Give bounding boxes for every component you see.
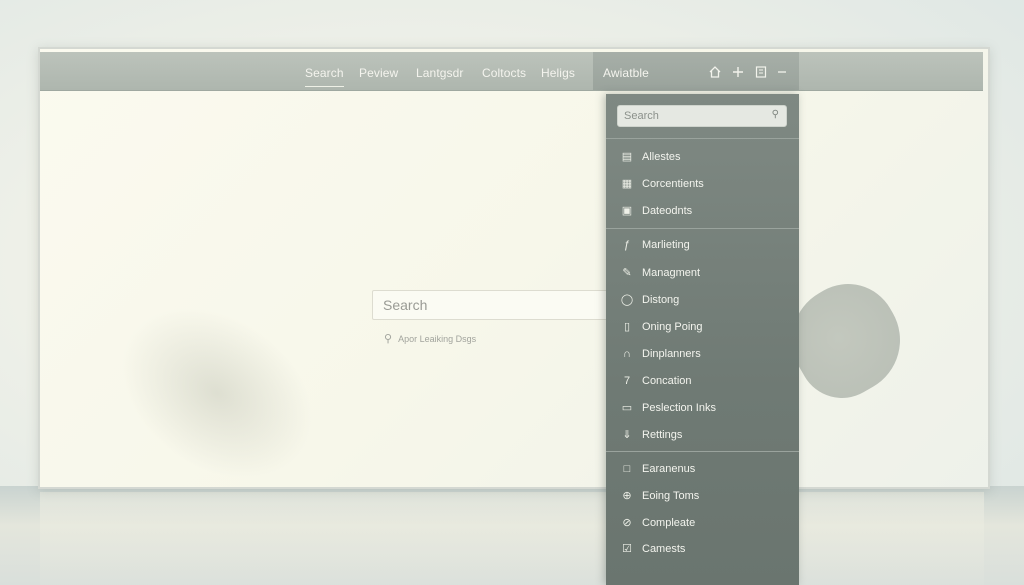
nav-tab-heligs[interactable]: Heligs — [541, 66, 575, 80]
search-icon[interactable]: ⚲ — [772, 109, 779, 120]
search-suggestion[interactable]: ⚲ Apor Leaiking Dsgs — [384, 332, 476, 345]
menu-item-eoing-toms[interactable]: ⊕ Eoing Toms — [620, 487, 699, 505]
menu-item-label: Allestes — [642, 151, 681, 163]
menu-item-label: Camests — [642, 543, 686, 555]
edit-icon: ✎ — [622, 267, 632, 279]
menu-item-concation[interactable]: 7 Concation — [620, 372, 692, 390]
nav-tab-search[interactable]: Search — [305, 66, 344, 87]
menu-item-rettings[interactable]: ⇓ Rettings — [620, 426, 682, 444]
menu-item-allestes[interactable]: ▤ Allestes — [620, 148, 681, 166]
menu-item-label: Eoing Toms — [642, 490, 700, 502]
menu-item-label: Managment — [642, 267, 701, 279]
minimize-icon[interactable] — [775, 65, 789, 79]
menu-item-label: Earanenus — [642, 463, 696, 475]
document-icon: ▣ — [621, 205, 633, 217]
nav-tab-awiatble[interactable]: Awiatble — [603, 66, 649, 80]
menu-item-label: Dinplanners — [642, 348, 701, 360]
menu-item-compleate[interactable]: ⊘ Compleate — [620, 514, 695, 532]
globe-icon: ⊕ — [622, 490, 632, 502]
checkbox-icon: ☑ — [622, 543, 632, 555]
menu-item-label: Marlieting — [642, 239, 690, 251]
menu-item-dinplanners[interactable]: ∩ Dinplanners — [620, 345, 701, 363]
panel-search-box[interactable]: ⚲ — [617, 105, 787, 127]
search-icon: ⚲ — [384, 333, 393, 345]
menu-item-label: Distong — [642, 294, 680, 306]
menu-item-label: Concation — [642, 375, 692, 387]
panel-divider — [606, 228, 799, 229]
menu-item-label: Corcentients — [642, 178, 704, 190]
menu-item-distong[interactable]: ◯ Distong — [620, 291, 679, 309]
seven-icon: 7 — [623, 375, 631, 387]
folder-icon: □ — [623, 463, 631, 475]
tag-icon: ⊘ — [622, 517, 632, 529]
main-search-box[interactable] — [372, 290, 613, 320]
menu-item-label: Peslection Inks — [642, 402, 716, 414]
menu-item-label: Oning Poing — [642, 321, 703, 333]
nav-tab-lantgsdr[interactable]: Lantgsdr — [416, 66, 464, 80]
dropdown-panel — [606, 94, 799, 585]
pair-icon: ∩ — [623, 348, 631, 360]
download-icon: ⇓ — [622, 429, 632, 441]
menu-item-oning-poing[interactable]: ▯ Oning Poing — [620, 318, 703, 336]
bookmark-icon[interactable] — [754, 65, 768, 79]
menu-item-managment[interactable]: ✎ Managment — [620, 264, 700, 282]
card-icon: ▭ — [621, 402, 633, 414]
menu-item-label: Rettings — [642, 429, 683, 441]
home-icon[interactable] — [708, 65, 722, 79]
trash-icon: ▯ — [623, 321, 631, 333]
plus-icon[interactable] — [731, 65, 745, 79]
menu-item-label: Compleate — [642, 517, 696, 529]
panel-divider — [606, 138, 799, 139]
menu-item-marlieting[interactable]: ƒ Marlieting — [620, 236, 690, 254]
panel-search-input[interactable] — [618, 106, 770, 126]
calendar-icon: ▦ — [621, 178, 633, 190]
coin-icon: ◯ — [620, 294, 634, 306]
menu-item-camests[interactable]: ☑ Camests — [620, 540, 685, 558]
floor-reflection — [40, 492, 984, 585]
menu-item-corcentients[interactable]: ▦ Corcentients — [620, 175, 704, 193]
menu-item-dateodnts[interactable]: ▣ Dateodnts — [620, 202, 692, 220]
panel-divider — [606, 451, 799, 452]
menu-item-earanenus[interactable]: □ Earanenus — [620, 460, 696, 478]
list-icon: ▤ — [621, 151, 633, 163]
pen-icon: ƒ — [623, 239, 631, 251]
main-search-input[interactable] — [373, 291, 613, 319]
nav-tab-coltocts[interactable]: Coltocts — [482, 66, 526, 80]
suggestion-text: Apor Leaiking Dsgs — [398, 334, 477, 344]
nav-tab-peview[interactable]: Peview — [359, 66, 398, 80]
menu-item-peslection-inks[interactable]: ▭ Peslection Inks — [620, 399, 716, 417]
menu-item-label: Dateodnts — [642, 205, 693, 217]
